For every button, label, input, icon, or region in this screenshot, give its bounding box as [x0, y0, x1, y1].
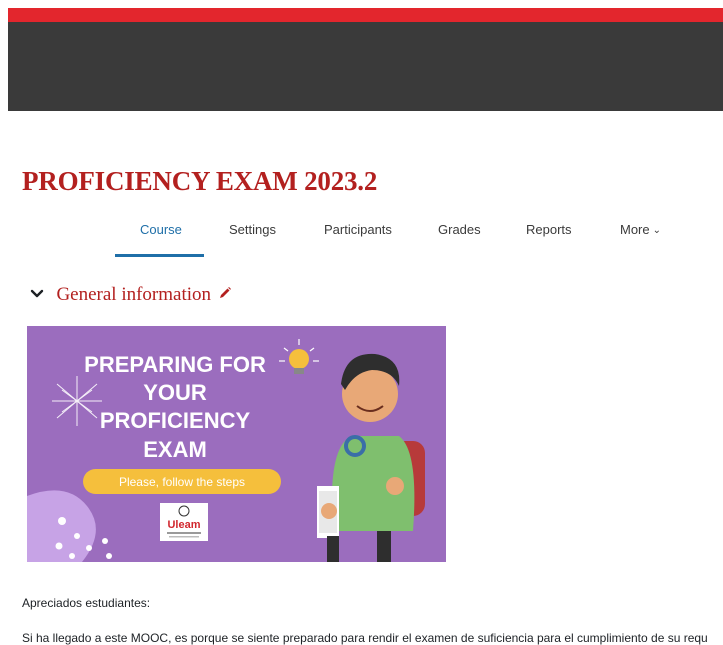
- chevron-down-icon: ⌄: [652, 225, 662, 236]
- section-header: General information: [30, 284, 232, 312]
- banner-button-text: Please, follow the steps: [119, 475, 245, 489]
- banner-headline-line: EXAM: [143, 437, 207, 462]
- banner-headline-line: PROFICIENCY: [100, 408, 251, 433]
- intro-text: Si ha llegado a este MOOC, es porque se …: [22, 631, 708, 645]
- course-banner-image: PREPARING FOR YOUR PROFICIENCY EXAM Plea…: [27, 326, 446, 562]
- section-title[interactable]: General information: [56, 284, 211, 305]
- tab-more-label: More: [620, 222, 650, 237]
- greeting-text: Apreciados estudiantes:: [22, 596, 151, 610]
- tab-reports[interactable]: Reports: [526, 216, 572, 254]
- tab-grades[interactable]: Grades: [438, 216, 481, 254]
- course-header-banner: [8, 22, 723, 111]
- banner-logo-text: Uleam: [167, 519, 200, 531]
- chevron-down-icon[interactable]: [30, 286, 46, 304]
- tab-participants[interactable]: Participants: [324, 216, 392, 254]
- tab-course[interactable]: Course: [140, 216, 182, 254]
- banner-headline-line: PREPARING FOR: [84, 352, 266, 377]
- active-tab-indicator: [115, 254, 204, 257]
- banner-headline-line: YOUR: [143, 380, 207, 405]
- pencil-edit-icon[interactable]: [218, 286, 232, 305]
- page-title: PROFICIENCY EXAM 2023.2: [22, 166, 378, 196]
- tab-more[interactable]: More ⌄: [620, 216, 661, 254]
- course-nav-tabs: Course Settings Participants Grades Repo…: [0, 216, 723, 257]
- top-accent-bar: [8, 8, 723, 22]
- tab-settings[interactable]: Settings: [229, 216, 276, 254]
